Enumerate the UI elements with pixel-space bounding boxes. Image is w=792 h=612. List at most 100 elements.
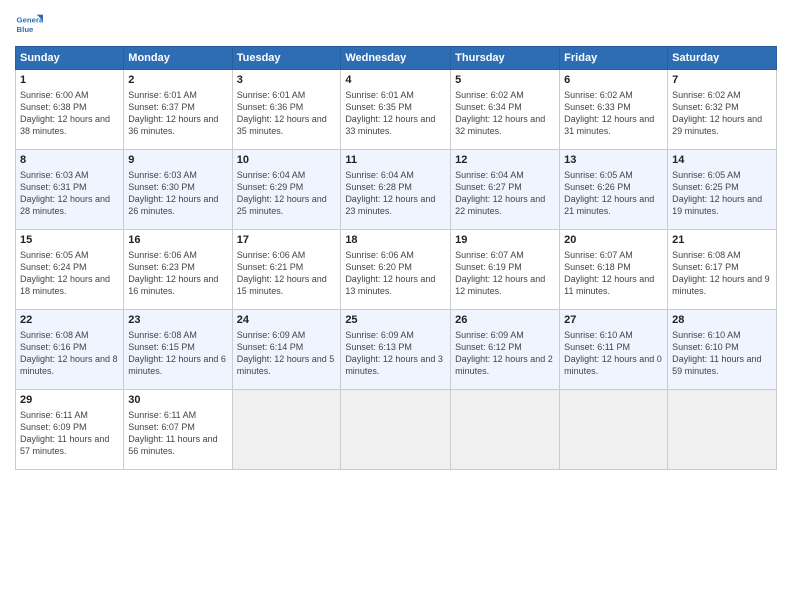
calendar-cell: 18 Sunrise: 6:06 AMSunset: 6:20 PMDayligh… (341, 230, 451, 310)
day-number: 19 (455, 233, 555, 248)
day-number: 27 (564, 313, 663, 328)
day-number: 9 (128, 153, 227, 168)
calendar-row: 8Sunrise: 6:03 AMSunset: 6:31 PMDaylight… (16, 150, 777, 230)
calendar-table: SundayMondayTuesdayWednesdayThursdayFrid… (15, 46, 777, 470)
calendar-cell: 22 Sunrise: 6:08 AMSunset: 6:16 PMDayligh… (16, 310, 124, 390)
calendar-page: General Blue SundayMondayTuesdayWednesda… (0, 0, 792, 612)
day-info: Sunrise: 6:04 AMSunset: 6:29 PMDaylight:… (237, 170, 327, 216)
day-number: 7 (672, 73, 772, 88)
header-cell-monday: Monday (124, 47, 232, 70)
calendar-cell: 24 Sunrise: 6:09 AMSunset: 6:14 PMDayligh… (232, 310, 341, 390)
day-number: 30 (128, 393, 227, 408)
day-number: 15 (20, 233, 119, 248)
day-info: Sunrise: 6:09 AMSunset: 6:12 PMDaylight:… (455, 330, 553, 376)
calendar-cell (341, 390, 451, 470)
day-number: 12 (455, 153, 555, 168)
day-number: 22 (20, 313, 119, 328)
svg-text:Blue: Blue (17, 25, 35, 34)
day-info: Sunrise: 6:06 AMSunset: 6:21 PMDaylight:… (237, 250, 327, 296)
logo-icon: General Blue (15, 10, 43, 38)
calendar-cell: 25Sunrise: 6:09 AMSunset: 6:13 PMDayligh… (341, 310, 451, 390)
calendar-cell: 30 Sunrise: 6:11 AMSunset: 6:07 PMDayligh… (124, 390, 232, 470)
day-info: Sunrise: 6:07 AMSunset: 6:18 PMDaylight:… (564, 250, 654, 296)
day-info: Sunrise: 6:10 AMSunset: 6:11 PMDaylight:… (564, 330, 662, 376)
day-info: Sunrise: 6:08 AMSunset: 6:15 PMDaylight:… (128, 330, 226, 376)
day-info: Sunrise: 6:02 AMSunset: 6:34 PMDaylight:… (455, 90, 545, 136)
calendar-row: 15 Sunrise: 6:05 AMSunset: 6:24 PMDayligh… (16, 230, 777, 310)
calendar-cell: 9 Sunrise: 6:03 AMSunset: 6:30 PMDaylight… (124, 150, 232, 230)
day-info: Sunrise: 6:05 AMSunset: 6:25 PMDaylight:… (672, 170, 762, 216)
day-number: 3 (237, 73, 337, 88)
day-number: 20 (564, 233, 663, 248)
header-cell-thursday: Thursday (451, 47, 560, 70)
calendar-cell: 1 Sunrise: 6:00 AMSunset: 6:38 PMDaylight… (16, 70, 124, 150)
day-number: 10 (237, 153, 337, 168)
calendar-cell: 16 Sunrise: 6:06 AMSunset: 6:23 PMDayligh… (124, 230, 232, 310)
day-info: Sunrise: 6:02 AMSunset: 6:32 PMDaylight:… (672, 90, 762, 136)
day-number: 16 (128, 233, 227, 248)
calendar-cell: 26 Sunrise: 6:09 AMSunset: 6:12 PMDayligh… (451, 310, 560, 390)
header-cell-wednesday: Wednesday (341, 47, 451, 70)
day-info: Sunrise: 6:01 AMSunset: 6:37 PMDaylight:… (128, 90, 218, 136)
calendar-cell: 27 Sunrise: 6:10 AMSunset: 6:11 PMDayligh… (560, 310, 668, 390)
calendar-cell: 29 Sunrise: 6:11 AMSunset: 6:09 PMDayligh… (16, 390, 124, 470)
logo: General Blue (15, 10, 43, 38)
calendar-row: 29 Sunrise: 6:11 AMSunset: 6:09 PMDayligh… (16, 390, 777, 470)
calendar-cell: 7 Sunrise: 6:02 AMSunset: 6:32 PMDaylight… (668, 70, 777, 150)
day-info: Sunrise: 6:03 AMSunset: 6:30 PMDaylight:… (128, 170, 218, 216)
day-number: 21 (672, 233, 772, 248)
calendar-cell: 14 Sunrise: 6:05 AMSunset: 6:25 PMDayligh… (668, 150, 777, 230)
calendar-cell: 23 Sunrise: 6:08 AMSunset: 6:15 PMDayligh… (124, 310, 232, 390)
day-number: 17 (237, 233, 337, 248)
calendar-cell: 8Sunrise: 6:03 AMSunset: 6:31 PMDaylight… (16, 150, 124, 230)
day-info: Sunrise: 6:04 AMSunset: 6:28 PMDaylight:… (345, 170, 435, 216)
header-cell-saturday: Saturday (668, 47, 777, 70)
calendar-cell: 2 Sunrise: 6:01 AMSunset: 6:37 PMDaylight… (124, 70, 232, 150)
day-info: Sunrise: 6:11 AMSunset: 6:07 PMDaylight:… (128, 410, 217, 456)
calendar-cell (668, 390, 777, 470)
day-number: 11 (345, 153, 446, 168)
day-number: 28 (672, 313, 772, 328)
day-info: Sunrise: 6:11 AMSunset: 6:09 PMDaylight:… (20, 410, 109, 456)
header-cell-sunday: Sunday (16, 47, 124, 70)
day-info: Sunrise: 6:04 AMSunset: 6:27 PMDaylight:… (455, 170, 545, 216)
day-number: 6 (564, 73, 663, 88)
day-info: Sunrise: 6:09 AMSunset: 6:13 PMDaylight:… (345, 330, 443, 376)
day-info: Sunrise: 6:00 AMSunset: 6:38 PMDaylight:… (20, 90, 110, 136)
day-info: Sunrise: 6:10 AMSunset: 6:10 PMDaylight:… (672, 330, 761, 376)
day-info: Sunrise: 6:02 AMSunset: 6:33 PMDaylight:… (564, 90, 654, 136)
day-number: 14 (672, 153, 772, 168)
day-info: Sunrise: 6:06 AMSunset: 6:23 PMDaylight:… (128, 250, 218, 296)
calendar-cell: 20 Sunrise: 6:07 AMSunset: 6:18 PMDayligh… (560, 230, 668, 310)
calendar-cell: 17 Sunrise: 6:06 AMSunset: 6:21 PMDayligh… (232, 230, 341, 310)
calendar-cell: 11 Sunrise: 6:04 AMSunset: 6:28 PMDayligh… (341, 150, 451, 230)
day-number: 4 (345, 73, 446, 88)
day-number: 2 (128, 73, 227, 88)
calendar-row: 1 Sunrise: 6:00 AMSunset: 6:38 PMDaylight… (16, 70, 777, 150)
day-number: 13 (564, 153, 663, 168)
day-info: Sunrise: 6:06 AMSunset: 6:20 PMDaylight:… (345, 250, 435, 296)
calendar-cell: 13 Sunrise: 6:05 AMSunset: 6:26 PMDayligh… (560, 150, 668, 230)
day-info: Sunrise: 6:09 AMSunset: 6:14 PMDaylight:… (237, 330, 335, 376)
header: General Blue (15, 10, 777, 38)
day-info: Sunrise: 6:08 AMSunset: 6:17 PMDaylight:… (672, 250, 770, 296)
day-info: Sunrise: 6:03 AMSunset: 6:31 PMDaylight:… (20, 170, 110, 216)
calendar-cell: 6 Sunrise: 6:02 AMSunset: 6:33 PMDaylight… (560, 70, 668, 150)
calendar-cell: 3 Sunrise: 6:01 AMSunset: 6:36 PMDaylight… (232, 70, 341, 150)
day-number: 29 (20, 393, 119, 408)
calendar-cell (560, 390, 668, 470)
day-number: 26 (455, 313, 555, 328)
calendar-row: 22 Sunrise: 6:08 AMSunset: 6:16 PMDayligh… (16, 310, 777, 390)
day-info: Sunrise: 6:08 AMSunset: 6:16 PMDaylight:… (20, 330, 118, 376)
day-number: 24 (237, 313, 337, 328)
header-cell-friday: Friday (560, 47, 668, 70)
day-number: 23 (128, 313, 227, 328)
day-info: Sunrise: 6:05 AMSunset: 6:24 PMDaylight:… (20, 250, 110, 296)
calendar-cell: 12 Sunrise: 6:04 AMSunset: 6:27 PMDayligh… (451, 150, 560, 230)
header-cell-tuesday: Tuesday (232, 47, 341, 70)
calendar-cell: 19Sunrise: 6:07 AMSunset: 6:19 PMDayligh… (451, 230, 560, 310)
day-info: Sunrise: 6:01 AMSunset: 6:36 PMDaylight:… (237, 90, 327, 136)
day-number: 1 (20, 73, 119, 88)
day-info: Sunrise: 6:05 AMSunset: 6:26 PMDaylight:… (564, 170, 654, 216)
day-number: 18 (345, 233, 446, 248)
